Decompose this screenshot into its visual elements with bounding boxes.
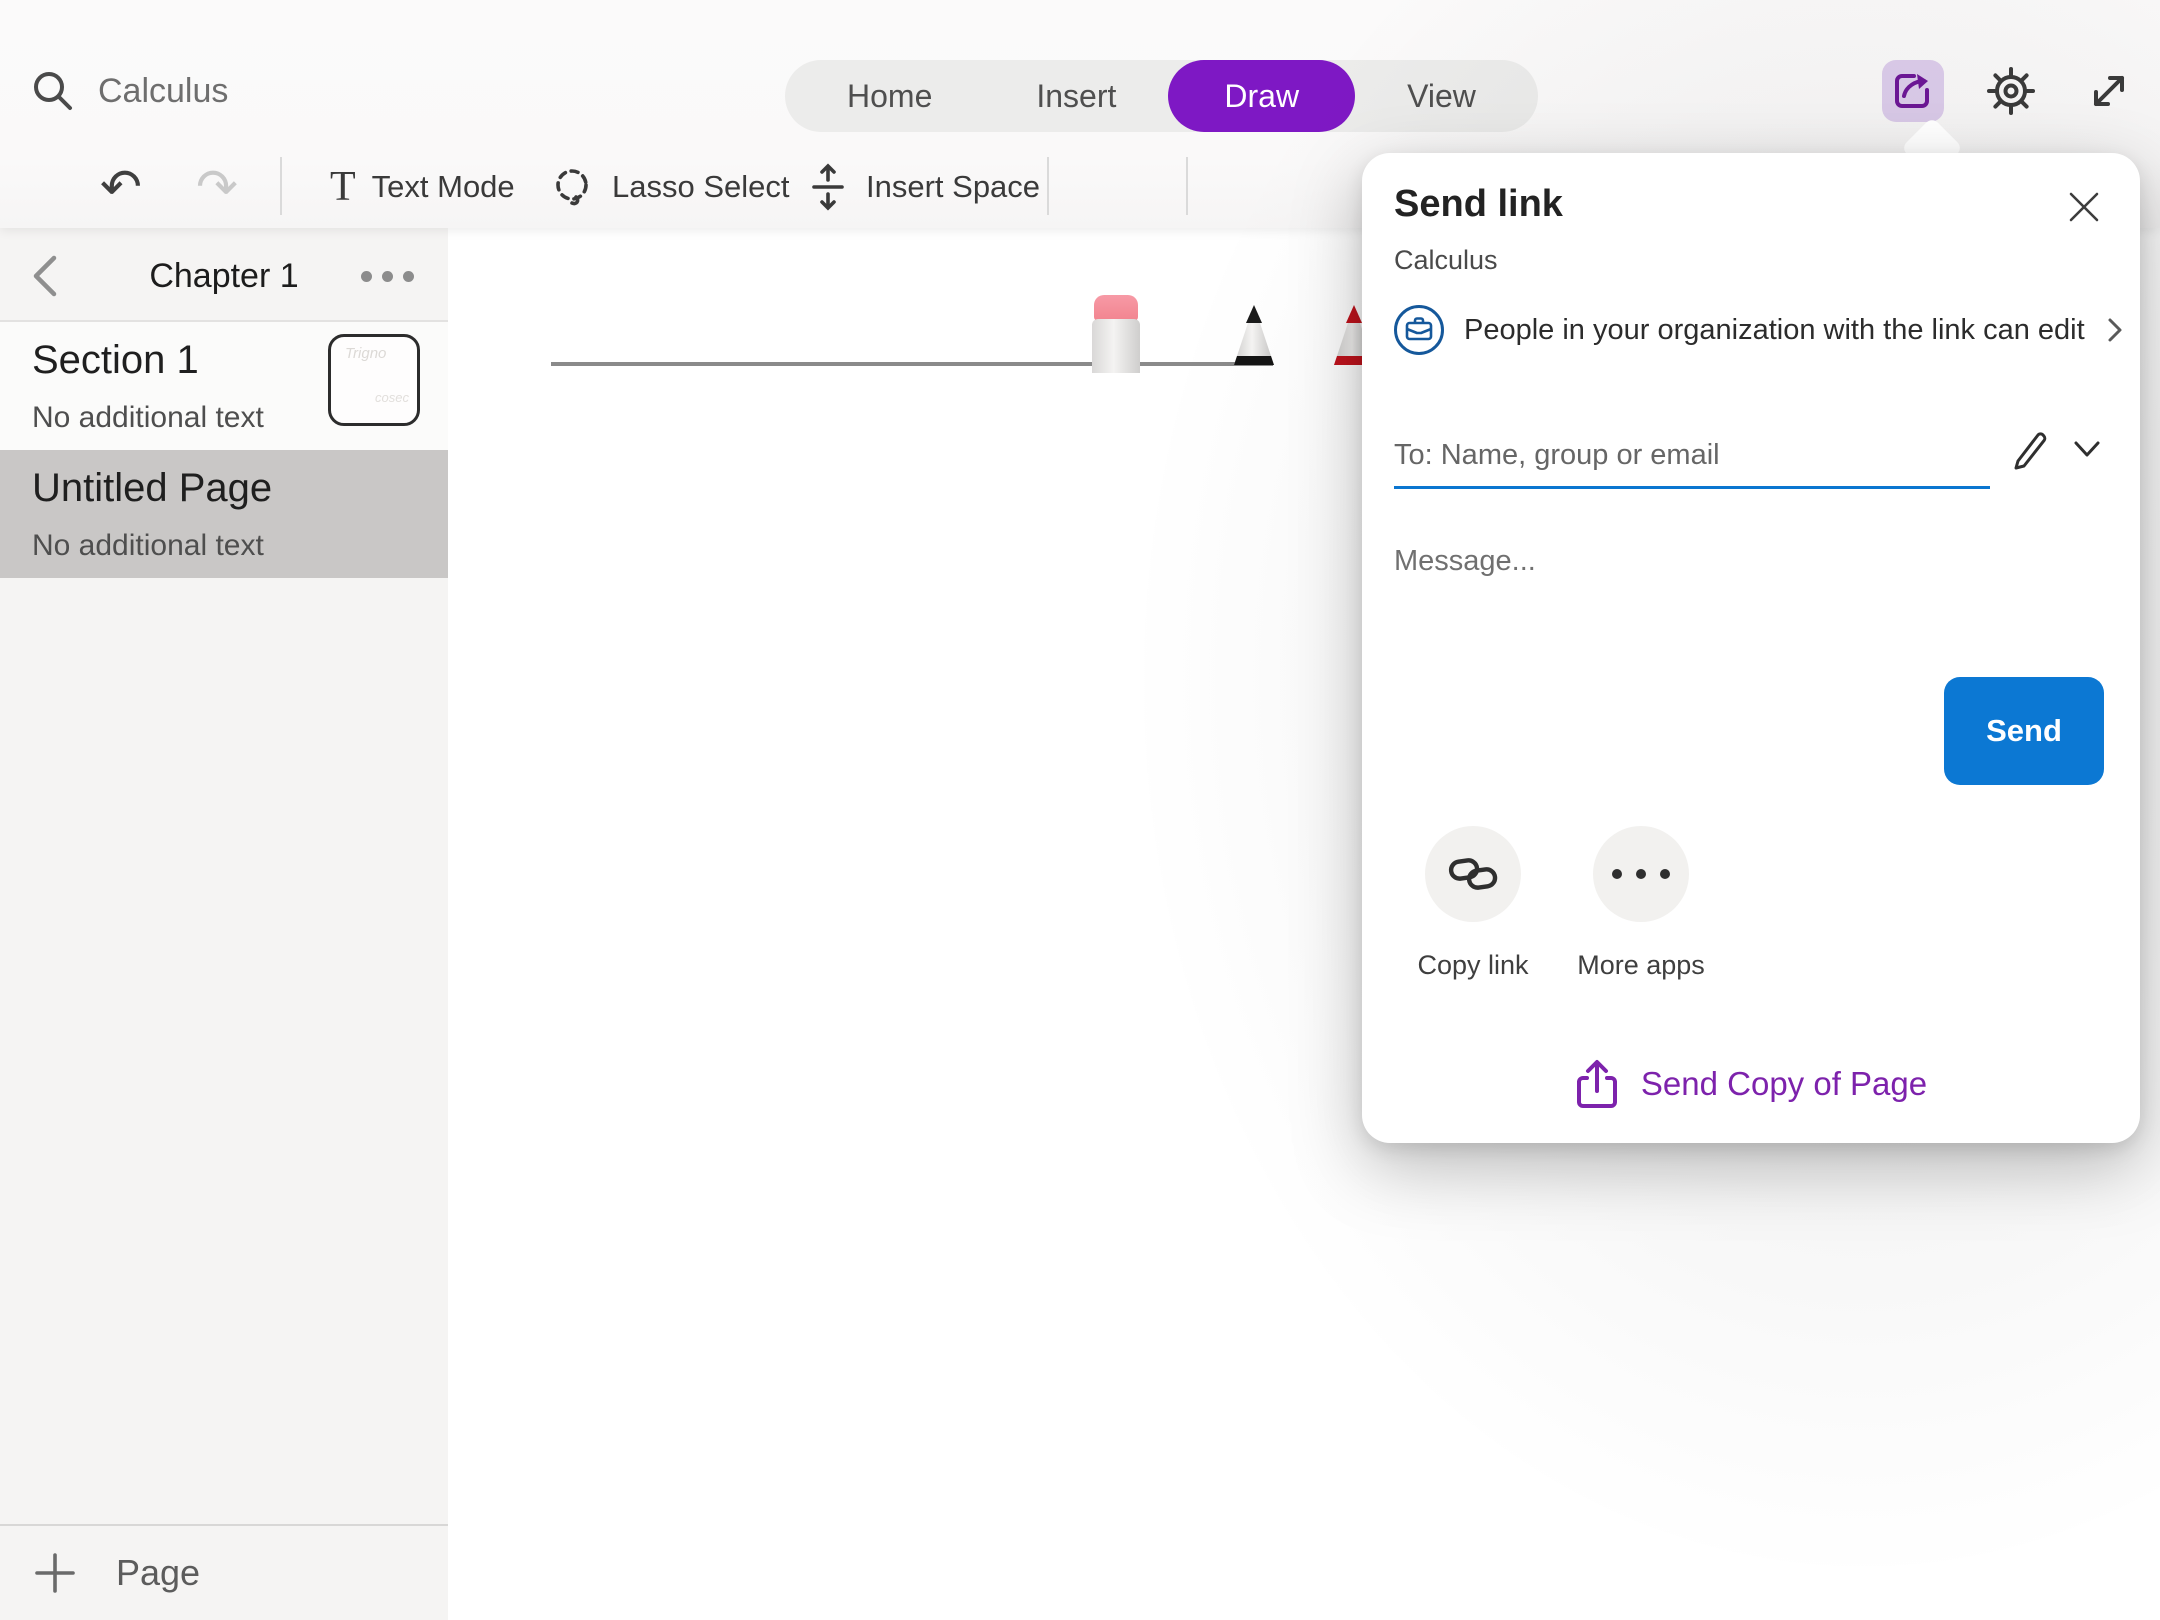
black-pen-tool[interactable] <box>1228 303 1280 373</box>
tab-home[interactable]: Home <box>795 60 984 132</box>
insert-space-label: Insert Space <box>866 169 1040 205</box>
lasso-select-button[interactable]: Lasso Select <box>548 145 790 228</box>
toolbar-divider <box>280 157 282 215</box>
top-right-actions <box>1882 60 2140 122</box>
eraser-body <box>1092 319 1140 373</box>
thumbnail-text: cosec <box>375 390 417 405</box>
recipient-row <box>1394 425 2108 489</box>
eraser-tool[interactable] <box>1092 295 1140 373</box>
expand-icon <box>2084 66 2134 116</box>
add-page-label: Page <box>116 1552 200 1594</box>
tab-view[interactable]: View <box>1355 60 1528 132</box>
close-icon <box>2067 190 2101 224</box>
page-subtitle: No additional text <box>32 529 448 563</box>
more-icon <box>1612 869 1670 879</box>
page-list-item-section1[interactable]: Section 1 No additional text Trigno cose… <box>0 322 448 450</box>
settings-button[interactable] <box>1980 60 2042 122</box>
dialog-subtitle: Calculus <box>1394 245 1498 276</box>
redo-icon: ↷ <box>196 162 238 212</box>
close-button[interactable] <box>2064 187 2104 227</box>
back-button[interactable] <box>30 254 60 298</box>
thumbnail-text: Trigno <box>345 345 417 362</box>
share-button[interactable] <box>1882 60 1944 122</box>
plus-icon <box>34 1552 76 1594</box>
notebook-title: Calculus <box>98 72 228 111</box>
send-copy-label: Send Copy of Page <box>1641 1065 1927 1103</box>
gear-icon <box>1985 65 2037 117</box>
undo-button[interactable]: ↶ <box>100 145 142 228</box>
add-page-button[interactable]: Page <box>0 1524 448 1620</box>
organization-icon <box>1394 305 1444 355</box>
black-pen-icon <box>1228 303 1280 373</box>
toolbar-divider <box>1186 157 1188 215</box>
more-apps-label: More apps <box>1556 950 1726 981</box>
share-page-icon <box>1575 1058 1619 1110</box>
page-title-rule <box>551 362 1273 366</box>
redo-button[interactable]: ↷ <box>196 145 238 228</box>
send-copy-of-page-button[interactable]: Send Copy of Page <box>1362 1058 2140 1110</box>
fullscreen-button[interactable] <box>2078 60 2140 122</box>
sidebar-header: Chapter 1 <box>0 232 448 320</box>
page-list-sidebar: Chapter 1 Section 1 No additional text T… <box>0 228 448 1620</box>
page-thumbnail: Trigno cosec <box>328 334 420 426</box>
link-permission-row[interactable]: People in your organization with the lin… <box>1394 305 2125 355</box>
message-input[interactable] <box>1394 531 2034 591</box>
text-mode-label: Text Mode <box>372 169 515 205</box>
copy-link-button[interactable]: Copy link <box>1388 826 1558 981</box>
share-icon <box>1890 68 1936 114</box>
text-mode-icon: T <box>330 163 356 211</box>
more-apps-button[interactable]: More apps <box>1556 826 1726 981</box>
tab-insert[interactable]: Insert <box>984 60 1168 132</box>
section-menu-button[interactable] <box>361 271 414 282</box>
send-button[interactable]: Send <box>1944 677 2104 785</box>
insert-space-icon <box>806 163 850 211</box>
link-icon <box>1447 853 1499 895</box>
search-icon <box>30 68 76 114</box>
lasso-select-label: Lasso Select <box>612 169 790 205</box>
permission-label: People in your organization with the lin… <box>1464 314 2085 347</box>
lasso-icon <box>548 163 596 211</box>
insert-space-button[interactable]: Insert Space <box>806 145 1040 228</box>
eraser-icon <box>1094 295 1138 321</box>
copy-link-label: Copy link <box>1388 950 1558 981</box>
page-title: Untitled Page <box>32 466 448 511</box>
ribbon-tabbar: Home Insert Draw View <box>785 60 1538 132</box>
dialog-title: Send link <box>1394 183 1563 226</box>
chevron-right-icon <box>2105 315 2125 345</box>
text-mode-button[interactable]: T Text Mode <box>330 145 515 228</box>
notebook-search[interactable]: Calculus <box>30 68 228 114</box>
page-list-item-untitled[interactable]: Untitled Page No additional text <box>0 450 448 578</box>
undo-icon: ↶ <box>100 162 142 212</box>
toolbar-divider <box>1047 157 1049 215</box>
edit-pencil-icon[interactable] <box>2008 427 2052 471</box>
tab-draw[interactable]: Draw <box>1168 60 1355 132</box>
chevron-down-icon[interactable] <box>2072 438 2102 460</box>
send-link-dialog: Send link Calculus People in your organi… <box>1362 153 2140 1143</box>
recipient-input[interactable] <box>1394 425 1990 489</box>
